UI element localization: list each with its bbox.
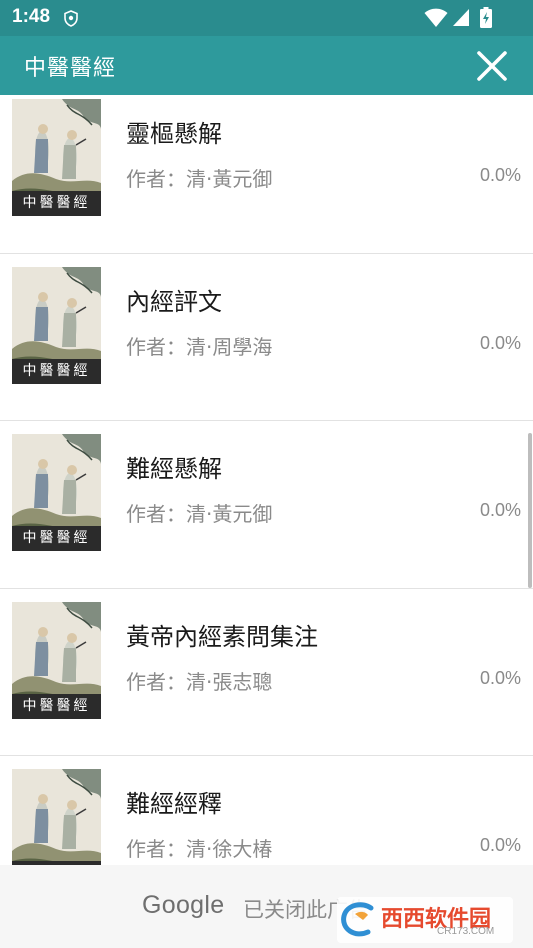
book-list-item[interactable]: 中醫醫經 難經懸解 作者：清·黃元御 0.0% [0, 421, 533, 589]
watermark-domain: CR173.COM [437, 926, 495, 937]
app-bar: 中醫醫經 [0, 36, 533, 95]
ad-banner: Google 已关闭此广告 西西软件园 CR173.COM [0, 865, 533, 948]
book-title: 難經經釋 [126, 790, 222, 818]
cover-label: 中醫醫經 [12, 693, 101, 719]
book-title: 難經懸解 [126, 455, 222, 483]
close-button[interactable] [470, 44, 514, 88]
book-progress: 0.0% [479, 165, 521, 185]
status-bar: 1:48 [0, 0, 533, 36]
cover-label: 中醫醫經 [12, 191, 101, 216]
book-list-inner: 中醫醫經 靈樞懸解 作者：清·黃元御 0.0% 中醫醫經 內經評文 作者：清·周… [0, 95, 533, 865]
cover-painting-icon [12, 769, 101, 865]
book-list-item[interactable]: 中醫醫經 內經評文 作者：清·周學海 0.0% [0, 254, 533, 421]
book-progress: 0.0% [479, 332, 521, 353]
cover-label: 中醫醫經 [12, 526, 101, 551]
book-author: 作者：清·張志聰 [126, 669, 273, 694]
book-list-item[interactable]: 中醫醫經 靈樞懸解 作者：清·黃元御 0.0% [0, 95, 533, 254]
book-cover: 中醫醫經 [12, 601, 101, 719]
google-logo: Google [142, 891, 225, 919]
book-progress: 0.0% [479, 500, 521, 520]
book-title: 靈樞懸解 [126, 120, 222, 148]
book-progress: 0.0% [479, 835, 521, 855]
battery-charging-icon [480, 7, 492, 28]
page-title: 中醫醫經 [24, 56, 117, 81]
book-author: 作者：清·周學海 [126, 334, 273, 359]
book-title: 內經評文 [126, 287, 222, 316]
scrollbar[interactable] [528, 433, 532, 588]
watermark-logo-icon [341, 902, 374, 937]
status-time: 1:48 [12, 6, 51, 27]
book-cover: 中醫醫經 [12, 434, 101, 551]
book-list[interactable]: 中醫醫經 靈樞懸解 作者：清·黃元御 0.0% 中醫醫經 內經評文 作者：清·周… [0, 95, 533, 865]
book-list-item[interactable]: 中醫醫經 難經經釋 作者：清·徐大椿 0.0% [0, 756, 533, 865]
book-author: 作者：清·黃元御 [126, 167, 273, 191]
book-progress: 0.0% [479, 667, 521, 688]
book-cover: 中醫醫經 [12, 99, 101, 216]
book-author: 作者：清·徐大椿 [126, 837, 273, 861]
cover-label: 中醫醫經 [12, 358, 101, 384]
book-cover: 中醫醫經 [12, 266, 101, 384]
book-list-item[interactable]: 中醫醫經 黃帝內經素問集注 作者：清·張志聰 0.0% [0, 589, 533, 756]
book-title: 黃帝內經素問集注 [126, 622, 318, 651]
wifi-icon [424, 8, 448, 27]
signal-icon [453, 9, 469, 26]
book-author: 作者：清·黃元御 [126, 502, 273, 526]
screen: 1:48 中醫醫經 中醫醫經 靈樞懸解 作者：清·黃元御 0.0% 中醫醫經 內… [0, 0, 533, 948]
close-icon [477, 51, 507, 81]
book-cover: 中醫醫經 [12, 769, 101, 865]
watermark: 西西软件园 CR173.COM [337, 897, 513, 943]
shield-icon [64, 10, 78, 27]
